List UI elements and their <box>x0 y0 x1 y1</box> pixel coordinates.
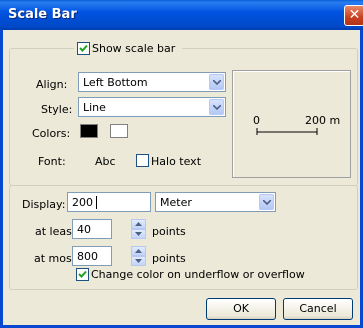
title-bar[interactable]: Scale Bar ✕ <box>0 0 363 30</box>
style-label: Style: <box>41 103 73 116</box>
chevron-down-icon[interactable] <box>209 99 224 115</box>
secondary-color-swatch[interactable] <box>110 124 128 138</box>
scale-bar-preview: 0 200 m <box>232 70 351 178</box>
spin-up-icon[interactable] <box>131 246 146 256</box>
change-color-label: Change color on underflow or overflow <box>91 268 305 281</box>
chevron-down-icon[interactable] <box>259 194 274 210</box>
display-value: 200 <box>72 196 93 209</box>
at-most-label: at most <box>34 252 77 265</box>
display-unit-select[interactable]: Meter <box>155 192 276 212</box>
checkmark-icon <box>78 270 87 278</box>
at-least-value: 40 <box>77 223 91 236</box>
colors-label: Colors: <box>32 127 71 140</box>
at-most-value: 800 <box>77 250 98 263</box>
scale-bar-line <box>256 128 318 135</box>
align-value: Left Bottom <box>83 76 148 89</box>
style-value: Line <box>83 101 106 114</box>
spin-down-icon[interactable] <box>131 256 146 266</box>
checkmark-icon <box>79 44 88 52</box>
align-label: Align: <box>36 78 68 91</box>
text-caret <box>96 196 97 209</box>
close-button[interactable]: ✕ <box>344 5 363 26</box>
spin-up-icon[interactable] <box>131 219 146 229</box>
font-sample[interactable]: Abc <box>95 155 116 168</box>
at-most-input[interactable]: 800 <box>72 246 112 266</box>
change-color-checkbox[interactable] <box>76 268 89 281</box>
window-frame-left <box>0 30 3 328</box>
halo-text-label: Halo text <box>151 155 202 168</box>
align-select[interactable]: Left Bottom <box>78 72 226 92</box>
at-most-spinner[interactable] <box>131 246 146 266</box>
show-scale-bar-checkbox[interactable] <box>77 42 90 55</box>
window-title: Scale Bar <box>8 7 77 22</box>
display-label: Display: <box>22 198 66 211</box>
halo-text-checkbox[interactable] <box>136 154 149 167</box>
cancel-button[interactable]: Cancel <box>283 298 353 320</box>
scale-bar-dialog: Scale Bar ✕ Show scale bar Align: Left B… <box>0 0 363 328</box>
font-label: Font: <box>38 155 66 168</box>
at-least-input[interactable]: 40 <box>72 219 112 239</box>
spin-down-icon[interactable] <box>131 229 146 239</box>
close-icon: ✕ <box>348 7 361 23</box>
at-least-label: at least <box>35 225 77 238</box>
style-select[interactable]: Line <box>78 97 226 117</box>
show-scale-bar-label: Show scale bar <box>92 42 176 55</box>
display-unit-value: Meter <box>160 196 192 209</box>
chevron-down-icon[interactable] <box>209 74 224 90</box>
ok-button[interactable]: OK <box>206 298 276 320</box>
primary-color-swatch[interactable] <box>80 124 98 138</box>
at-least-spinner[interactable] <box>131 219 146 239</box>
display-value-input[interactable]: 200 <box>67 192 151 212</box>
at-most-unit: points <box>152 252 186 265</box>
at-least-unit: points <box>152 225 186 238</box>
